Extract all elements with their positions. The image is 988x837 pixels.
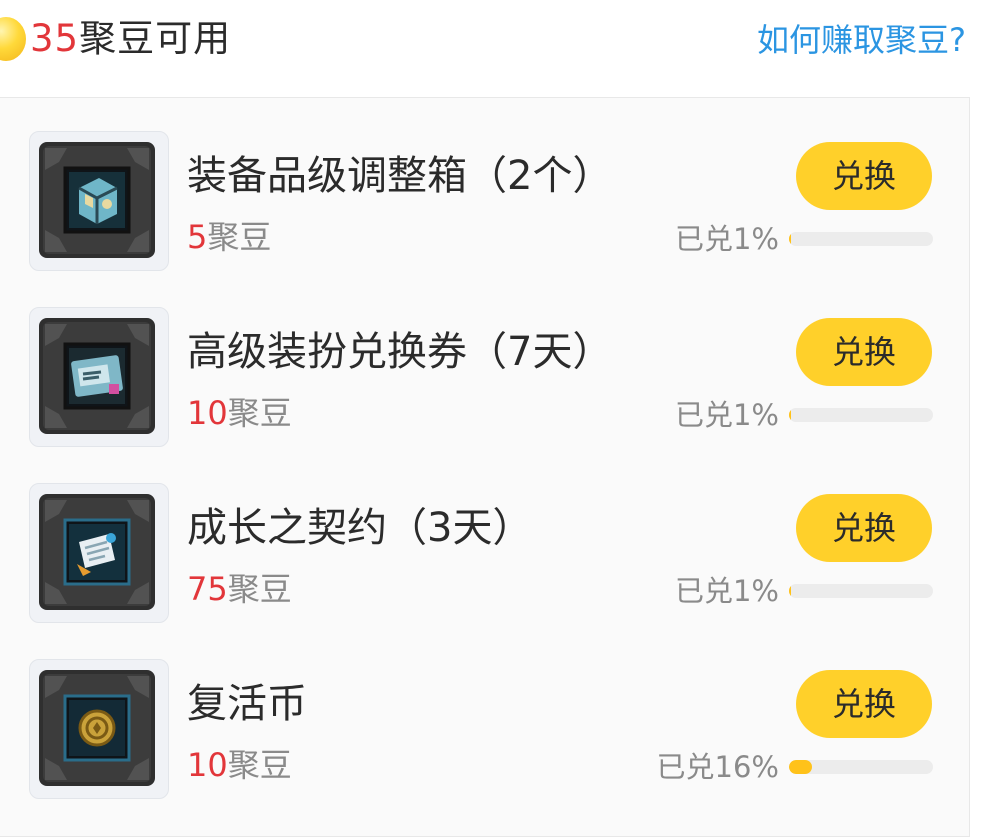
item-name: 装备品级调整箱（2个） xyxy=(187,153,613,199)
coin-icon xyxy=(0,17,26,61)
redeem-list: 装备品级调整箱（2个） 5聚豆 兑换 已兑1% 高级装扮兑换券（7天） 10聚豆… xyxy=(0,97,970,837)
redeemed-label: 已兑1% xyxy=(674,574,779,608)
redeem-progress-bar xyxy=(789,232,933,246)
redeemed-label: 已兑16% xyxy=(656,750,779,784)
balance: 35聚豆可用 xyxy=(30,14,231,64)
list-item: 成长之契约（3天） 75聚豆 兑换 已兑1% xyxy=(0,483,969,625)
redeem-button[interactable]: 兑换 xyxy=(796,494,932,562)
item-name: 复活币 xyxy=(187,681,307,727)
price-value: 10 xyxy=(187,746,228,784)
item-icon-card xyxy=(29,307,169,447)
item-icon-card xyxy=(29,483,169,623)
redeem-button[interactable]: 兑换 xyxy=(796,142,932,210)
price-unit: 聚豆 xyxy=(227,570,292,608)
how-to-earn-link[interactable]: 如何赚取聚豆? xyxy=(757,18,966,62)
redeem-progress-fill xyxy=(789,408,791,422)
redeem-progress-fill xyxy=(789,232,791,246)
redeemed-label: 已兑1% xyxy=(674,222,779,256)
item-icon-card xyxy=(29,659,169,799)
balance-label: 聚豆可用 xyxy=(79,17,232,60)
price-value: 5 xyxy=(187,218,208,256)
item-price: 5聚豆 xyxy=(187,215,271,259)
contract-scroll-icon xyxy=(39,494,155,610)
price-value: 10 xyxy=(187,394,228,432)
header: 35聚豆可用 如何赚取聚豆? xyxy=(0,0,988,80)
list-item: 装备品级调整箱（2个） 5聚豆 兑换 已兑1% xyxy=(0,131,969,273)
item-name: 高级装扮兑换券（7天） xyxy=(187,329,613,375)
redeem-button[interactable]: 兑换 xyxy=(796,670,932,738)
item-name: 成长之契约（3天） xyxy=(187,505,533,551)
item-price: 10聚豆 xyxy=(187,743,292,787)
item-icon-card xyxy=(29,131,169,271)
avatar-voucher-icon xyxy=(39,318,155,434)
redeem-progress-fill xyxy=(789,760,813,774)
redeem-button[interactable]: 兑换 xyxy=(796,318,932,386)
equipment-box-icon xyxy=(39,142,155,258)
redeem-progress-bar xyxy=(789,408,933,422)
price-value: 75 xyxy=(187,570,228,608)
list-item: 复活币 10聚豆 兑换 已兑16% xyxy=(0,659,969,801)
price-unit: 聚豆 xyxy=(227,746,292,784)
price-unit: 聚豆 xyxy=(207,218,272,256)
balance-value: 35 xyxy=(30,17,80,60)
item-price: 75聚豆 xyxy=(187,567,292,611)
revival-coin-icon xyxy=(39,670,155,786)
redeem-progress-fill xyxy=(789,584,791,598)
item-price: 10聚豆 xyxy=(187,391,292,435)
redeemed-label: 已兑1% xyxy=(674,398,779,432)
list-item: 高级装扮兑换券（7天） 10聚豆 兑换 已兑1% xyxy=(0,307,969,449)
redeem-progress-bar xyxy=(789,584,933,598)
price-unit: 聚豆 xyxy=(227,394,292,432)
redeem-progress-bar xyxy=(789,760,933,774)
